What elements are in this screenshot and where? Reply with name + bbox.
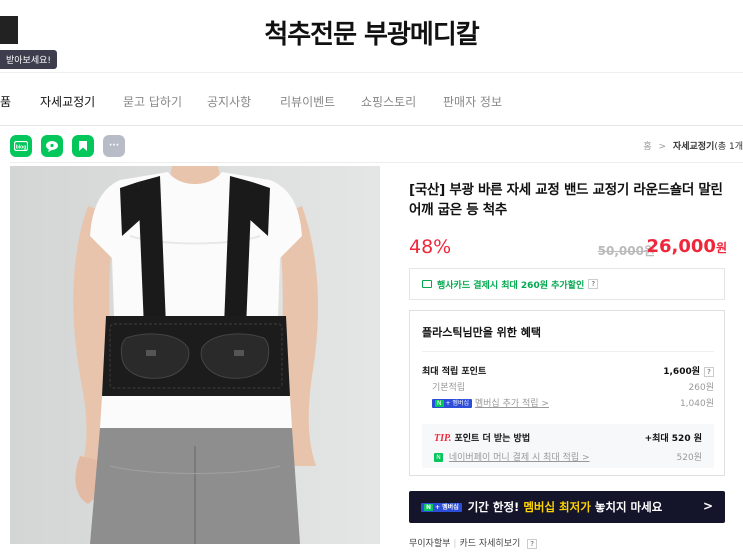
chevron-right-icon: > bbox=[702, 499, 713, 513]
basic-points-value: 260원 bbox=[688, 383, 714, 393]
tip-value: +최대 520 원 bbox=[644, 434, 702, 444]
sale-price-value: 26,000 bbox=[646, 236, 716, 257]
membership-badge-text: + 멤버십 bbox=[435, 503, 459, 511]
help-icon[interactable]: ? bbox=[527, 539, 538, 549]
tip-row: TIP. 포인트 더 받는 방법 +최대 520 원 bbox=[434, 431, 702, 444]
naver-n-icon: N bbox=[435, 400, 444, 407]
naver-plus-membership-badge: N + 멤버십 bbox=[421, 502, 462, 512]
product-info: [국산] 부광 바른 자세 교정 밴드 교정기 라운드숄더 말린 어깨 굽은 등… bbox=[409, 180, 739, 258]
banner-text-highlight: 멤버십 최저가 bbox=[523, 500, 591, 514]
naver-plus-membership-badge: N + 멤버십 bbox=[432, 399, 472, 408]
membership-badge-text: + 멤버십 bbox=[445, 400, 470, 407]
npay-money-link[interactable]: 네이버페이 머니 결제 시 최대 적립 > bbox=[449, 453, 590, 463]
tip-prefix: TIP. bbox=[434, 433, 452, 444]
nav-item-shopping-story[interactable]: 쇼핑스토리 bbox=[361, 93, 416, 110]
talk-share-icon[interactable] bbox=[41, 135, 63, 157]
banner-text-post: 놓치지 마세요 bbox=[594, 500, 663, 514]
product-image[interactable] bbox=[10, 166, 380, 544]
npay-value: 520원 bbox=[676, 453, 702, 463]
share-buttons: blog ··· bbox=[10, 135, 125, 157]
bookmark-share-icon[interactable] bbox=[72, 135, 94, 157]
max-points-value: 1,600원 bbox=[663, 367, 700, 377]
installment-row: 무이자할부 | 카드 자세히보기 ? bbox=[409, 536, 538, 549]
max-points-label: 최대 적립 포인트 bbox=[422, 367, 487, 377]
benefit-title: 플라스틱님만을 위한 혜택 bbox=[422, 326, 541, 339]
membership-points-value: 1,040원 bbox=[679, 399, 714, 409]
nav-item-seller-info[interactable]: 판매자 정보 bbox=[443, 93, 502, 110]
card-discount-text: 행사카드 결제시 최대 260원 추가할인 bbox=[437, 280, 585, 291]
membership-points-row: N + 멤버십 멤버십 추가 적립 > 1,040원 bbox=[422, 396, 714, 409]
tooltip-bubble: 받아보세요! bbox=[0, 50, 58, 69]
divider: | bbox=[453, 539, 457, 549]
benefit-box: 플라스틱님만을 위한 혜택 최대 적립 포인트 1,600원? 기본적립 260… bbox=[409, 310, 725, 476]
max-points-value-wrap: 1,600원? bbox=[663, 364, 714, 377]
discount-rate: 48% bbox=[409, 236, 452, 258]
product-name: [국산] 부광 바른 자세 교정 밴드 교정기 라운드숄더 말린 어깨 굽은 등… bbox=[409, 182, 723, 218]
nav-item-posture-corrector[interactable]: 자세교정기 bbox=[40, 93, 95, 110]
tip-label: 포인트 더 받는 방법 bbox=[454, 434, 531, 444]
help-icon[interactable]: ? bbox=[588, 279, 599, 289]
basic-points-label: 기본적립 bbox=[432, 383, 466, 393]
svg-text:blog: blog bbox=[16, 145, 27, 151]
category-nav: 품 자세교정기 묻고 답하기 공지사항 리뷰이벤트 쇼핑스토리 판매자 정보 bbox=[0, 72, 743, 126]
store-title[interactable]: 척추전문 부광메디칼 bbox=[0, 14, 743, 51]
tip-box: TIP. 포인트 더 받는 방법 +최대 520 원 N 네이버페이 머니 결제… bbox=[422, 424, 714, 468]
basic-points-row: 기본적립 260원 bbox=[422, 380, 714, 393]
membership-promo-banner[interactable]: N + 멤버십 기간 한정! 멤버십 최저가 놓치지 마세요 > bbox=[409, 491, 725, 523]
npay-row: N 네이버페이 머니 결제 시 최대 적립 > 520원 bbox=[434, 450, 702, 463]
nav-item-review-event[interactable]: 리뷰이벤트 bbox=[280, 93, 335, 110]
membership-extra-link[interactable]: 멤버십 추가 적립 > bbox=[475, 399, 549, 409]
sale-price-unit: 원 bbox=[715, 241, 727, 255]
card-discount-box[interactable]: 행사카드 결제시 최대 260원 추가할인 ? bbox=[409, 268, 725, 300]
blog-share-icon[interactable]: blog bbox=[10, 135, 32, 157]
breadcrumb-separator: > bbox=[658, 142, 667, 152]
card-details-link[interactable]: 카드 자세히보기 bbox=[459, 539, 520, 549]
price-row: 48% 50,000원 26,000원 bbox=[409, 236, 739, 262]
more-icon[interactable]: ··· bbox=[103, 135, 125, 157]
sale-price: 26,000원 bbox=[646, 236, 727, 257]
breadcrumb: 홈 > 자세교정기(총 1개 bbox=[643, 139, 743, 152]
divider bbox=[422, 351, 714, 352]
credit-card-icon bbox=[422, 280, 432, 288]
breadcrumb-home[interactable]: 홈 bbox=[643, 142, 651, 152]
breadcrumb-current[interactable]: 자세교정기 bbox=[673, 142, 714, 152]
naver-pay-icon: N bbox=[434, 453, 443, 462]
naver-n-icon: N bbox=[424, 503, 434, 511]
nav-item-notice[interactable]: 공지사항 bbox=[207, 93, 251, 110]
nav-item-all-products[interactable]: 품 bbox=[0, 93, 11, 110]
max-points-row: 최대 적립 포인트 1,600원? bbox=[422, 364, 714, 377]
breadcrumb-count: (총 1개 bbox=[714, 142, 743, 152]
installment-label: 무이자할부 bbox=[409, 539, 451, 549]
divider bbox=[10, 162, 743, 163]
help-icon[interactable]: ? bbox=[704, 367, 714, 377]
nav-item-qna[interactable]: 묻고 답하기 bbox=[123, 93, 182, 110]
banner-text-pre: 기간 한정! bbox=[467, 500, 520, 514]
